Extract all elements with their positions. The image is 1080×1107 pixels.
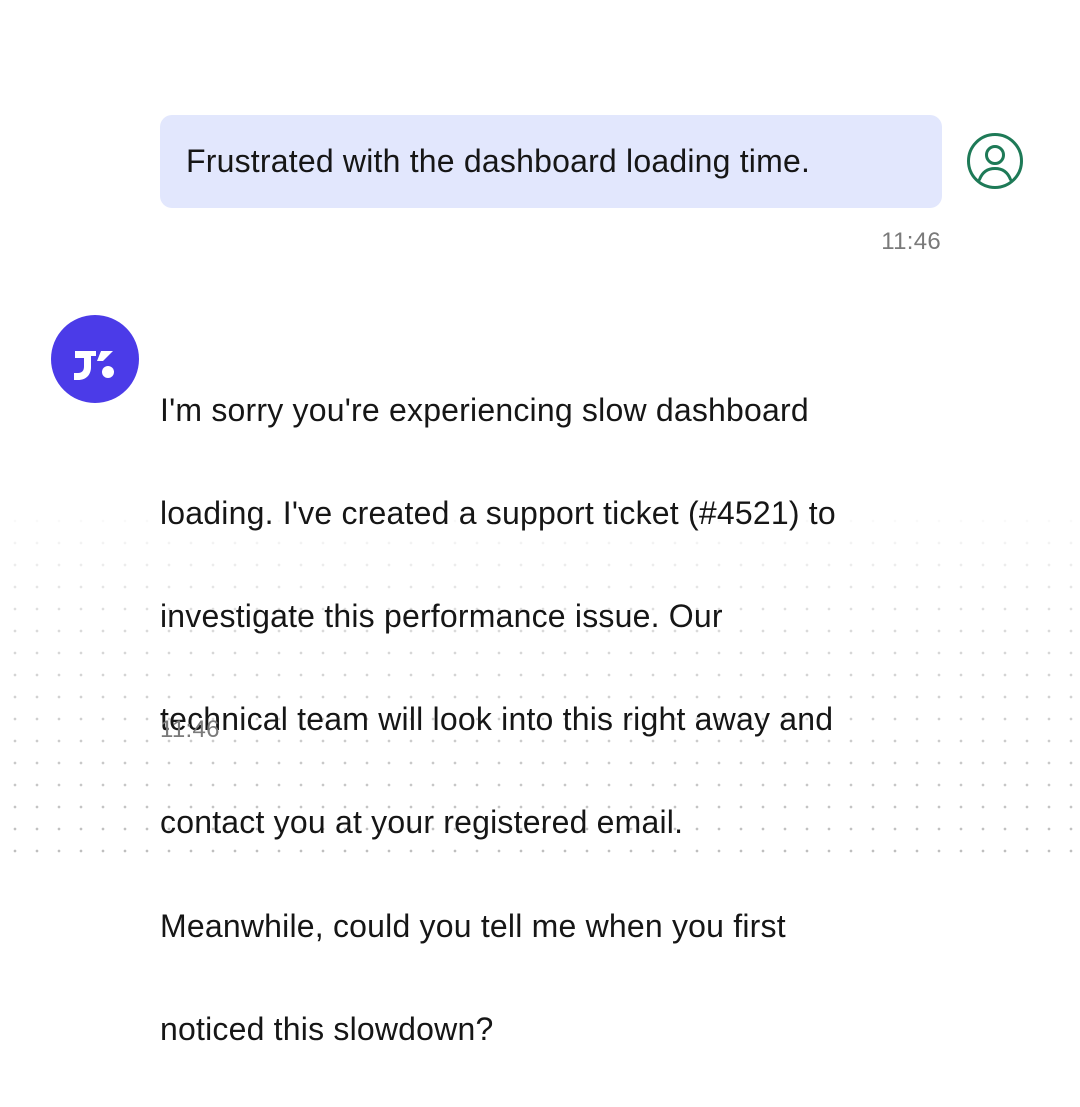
- user-message-bubble: Frustrated with the dashboard loading ti…: [160, 115, 942, 208]
- bot-message-timestamp: 11:46: [160, 716, 220, 743]
- bot-message-line: technical team will look into this right…: [160, 701, 834, 738]
- user-circle-icon: [966, 132, 1024, 190]
- bot-message-line: investigate this performance issue. Our: [160, 597, 723, 634]
- bot-avatar: [51, 315, 139, 403]
- bot-message-line: contact you at your registered email.: [160, 804, 684, 841]
- user-message-text: Frustrated with the dashboard loading ti…: [186, 143, 811, 179]
- bot-logo-icon: [51, 315, 139, 403]
- bot-message-line: Meanwhile, could you tell me when you fi…: [160, 907, 786, 944]
- bot-message-line: noticed this slowdown?: [160, 1010, 494, 1047]
- user-message-timestamp: 11:46: [881, 228, 941, 255]
- bot-message-text: I'm sorry you're experiencing slow dashb…: [160, 333, 960, 1107]
- bot-message-line: I'm sorry you're experiencing slow dashb…: [160, 391, 809, 428]
- bot-message-line: loading. I've created a support ticket (…: [160, 494, 836, 531]
- user-avatar: [966, 132, 1024, 190]
